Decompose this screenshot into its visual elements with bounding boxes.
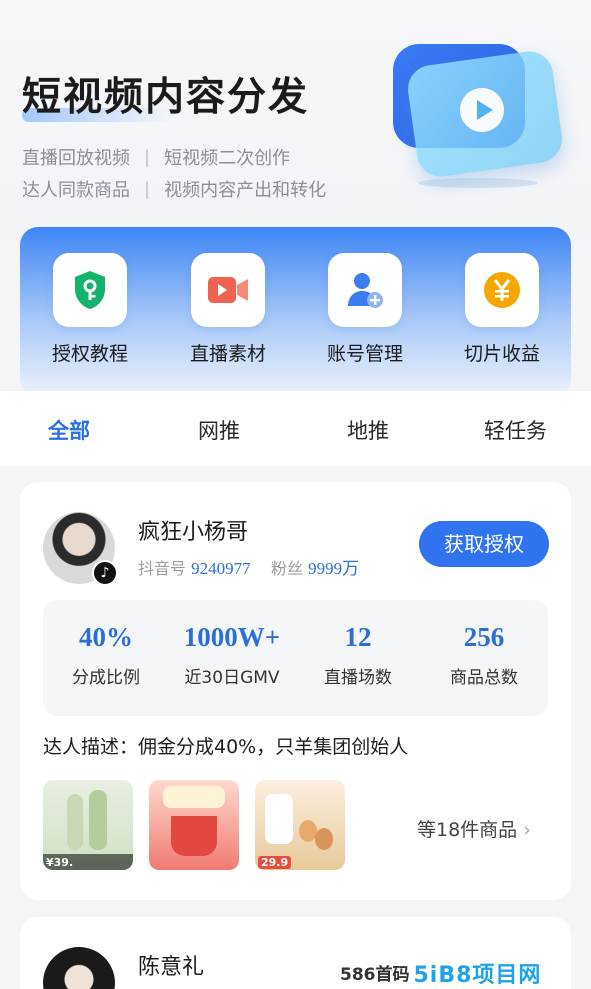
- creator-stats: 40% 分成比例 1000W+ 近30日GMV 12 直播场数 256 商品总数: [43, 600, 548, 716]
- stat-product-total: 256 商品总数: [421, 622, 547, 688]
- shield-key-icon: [75, 271, 105, 309]
- watermark-text: 586首码: [340, 965, 410, 985]
- product-thumbnail[interactable]: ¥39.: [43, 780, 133, 870]
- get-authorization-button[interactable]: 获取授权: [419, 521, 549, 567]
- stat-label: 分成比例: [72, 668, 140, 688]
- hero-tag: 视频内容产出和转化: [164, 180, 327, 201]
- more-products-link[interactable]: 等18件商品 ›: [417, 815, 531, 842]
- more-products-label: 等18件商品: [417, 819, 518, 841]
- product-price: 29.9: [258, 856, 292, 869]
- creator-meta: 抖音号 9240977 粉丝 9999万: [138, 554, 359, 579]
- stat-live-sessions: 12 直播场数: [295, 622, 421, 688]
- fans-count: 9999万: [308, 559, 360, 578]
- avatar: [43, 947, 115, 989]
- user-add-icon: [348, 273, 383, 308]
- creator-name: 疯狂小杨哥: [138, 520, 249, 545]
- tool-account-management[interactable]: 账号管理: [310, 253, 420, 366]
- watermark-logo: 5iB8项目网: [413, 962, 542, 988]
- stat-value: 256: [463, 622, 505, 652]
- tool-label: 直播素材: [189, 343, 266, 365]
- video-play-illustration-icon: [388, 40, 566, 190]
- tool-label: 切片收益: [463, 343, 540, 365]
- hero-tags-line-1: 直播回放视频 | 短视频二次创作: [22, 144, 290, 170]
- hero-tag: 短视频二次创作: [164, 148, 291, 169]
- tool-clip-earnings[interactable]: 切片收益: [447, 253, 557, 366]
- stat-label: 直播场数: [324, 668, 392, 688]
- creator-name: 陈意礼: [138, 955, 205, 980]
- creator-description: 达人描述：佣金分成40%，只羊集团创始人: [43, 736, 409, 758]
- stat-gmv: 1000W+ 近30日GMV: [169, 622, 295, 688]
- tab-light-tasks[interactable]: 轻任务: [484, 415, 547, 445]
- tool-auth-tutorial[interactable]: 授权教程: [35, 253, 145, 366]
- quick-tools-panel: 授权教程 直播素材 账号管理 切片收益: [20, 227, 571, 397]
- chevron-right-icon: ›: [523, 819, 531, 841]
- fans-label: 粉丝: [270, 559, 303, 578]
- hero-banner: 短视频内容分发 直播回放视频 | 短视频二次创作 达人同款商品 | 视频内容产出…: [0, 0, 591, 235]
- yuan-coin-icon: [484, 272, 520, 308]
- tab-offline-promotion[interactable]: 地推: [347, 415, 389, 445]
- tag-separator: |: [144, 178, 151, 200]
- stat-value: 1000W+: [183, 622, 281, 652]
- page-title: 短视频内容分发: [22, 75, 310, 120]
- stat-label: 商品总数: [450, 668, 518, 688]
- product-thumbnail[interactable]: 29.9: [255, 780, 345, 870]
- category-tabs: 全部 网推 地推 轻任务: [0, 391, 591, 466]
- stat-label: 近30日GMV: [184, 668, 280, 688]
- product-thumbnail[interactable]: [149, 780, 239, 870]
- douyin-id-label: 抖音号: [138, 559, 187, 578]
- douyin-id: 9240977: [191, 559, 251, 578]
- tab-online-promotion[interactable]: 网推: [198, 415, 240, 445]
- stat-commission-ratio: 40% 分成比例: [43, 622, 169, 688]
- douyin-icon: ♪: [92, 560, 118, 586]
- creator-card[interactable]: ♪ 疯狂小杨哥 抖音号 9240977 粉丝 9999万 获取授权 40% 分成…: [20, 482, 571, 900]
- tag-separator: |: [144, 146, 151, 168]
- product-price: ¥39.: [46, 856, 74, 869]
- hero-tag: 直播回放视频: [22, 148, 130, 169]
- tool-label: 授权教程: [51, 343, 128, 365]
- hero-tags-line-2: 达人同款商品 | 视频内容产出和转化: [22, 176, 326, 202]
- watermark: 586首码 5iB8项目网: [340, 956, 591, 989]
- hero-tag: 达人同款商品: [22, 180, 130, 201]
- stat-value: 12: [344, 622, 372, 652]
- stat-value: 40%: [79, 622, 133, 652]
- tool-label: 账号管理: [326, 343, 403, 365]
- tab-all[interactable]: 全部: [48, 415, 90, 445]
- video-camera-icon: [208, 277, 248, 303]
- tool-live-material[interactable]: 直播素材: [173, 253, 283, 366]
